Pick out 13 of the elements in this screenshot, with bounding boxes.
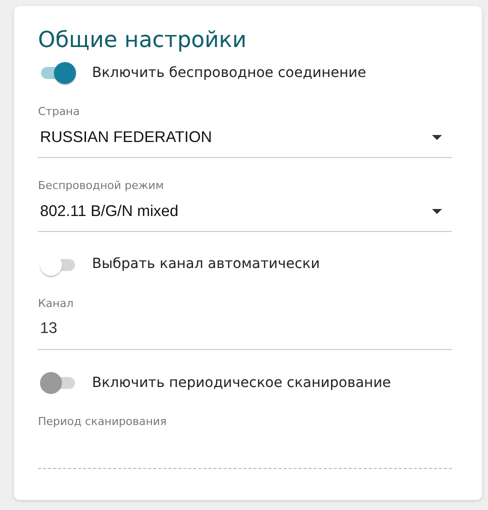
toggle-label: Включить периодическое сканирование bbox=[92, 374, 391, 393]
field-label: Период сканирования bbox=[38, 414, 168, 430]
caret-icon bbox=[432, 135, 442, 140]
caret-icon bbox=[432, 208, 442, 214]
field-label: Канал bbox=[38, 296, 75, 312]
select-field[interactable]: 802.11 B/G/N mixed bbox=[38, 198, 452, 232]
toggle-label: Включить беспроводное соединение bbox=[92, 64, 366, 83]
select-field[interactable]: RUSSIAN FEDERATION bbox=[38, 124, 452, 158]
toggle-label: Выбрать канал автоматически bbox=[92, 255, 320, 274]
field-label: Страна bbox=[38, 104, 81, 120]
field-label: Беспроводной режим bbox=[38, 178, 165, 194]
section-title: Общие настройки bbox=[38, 28, 248, 54]
input-field[interactable]: 13 bbox=[38, 315, 452, 350]
